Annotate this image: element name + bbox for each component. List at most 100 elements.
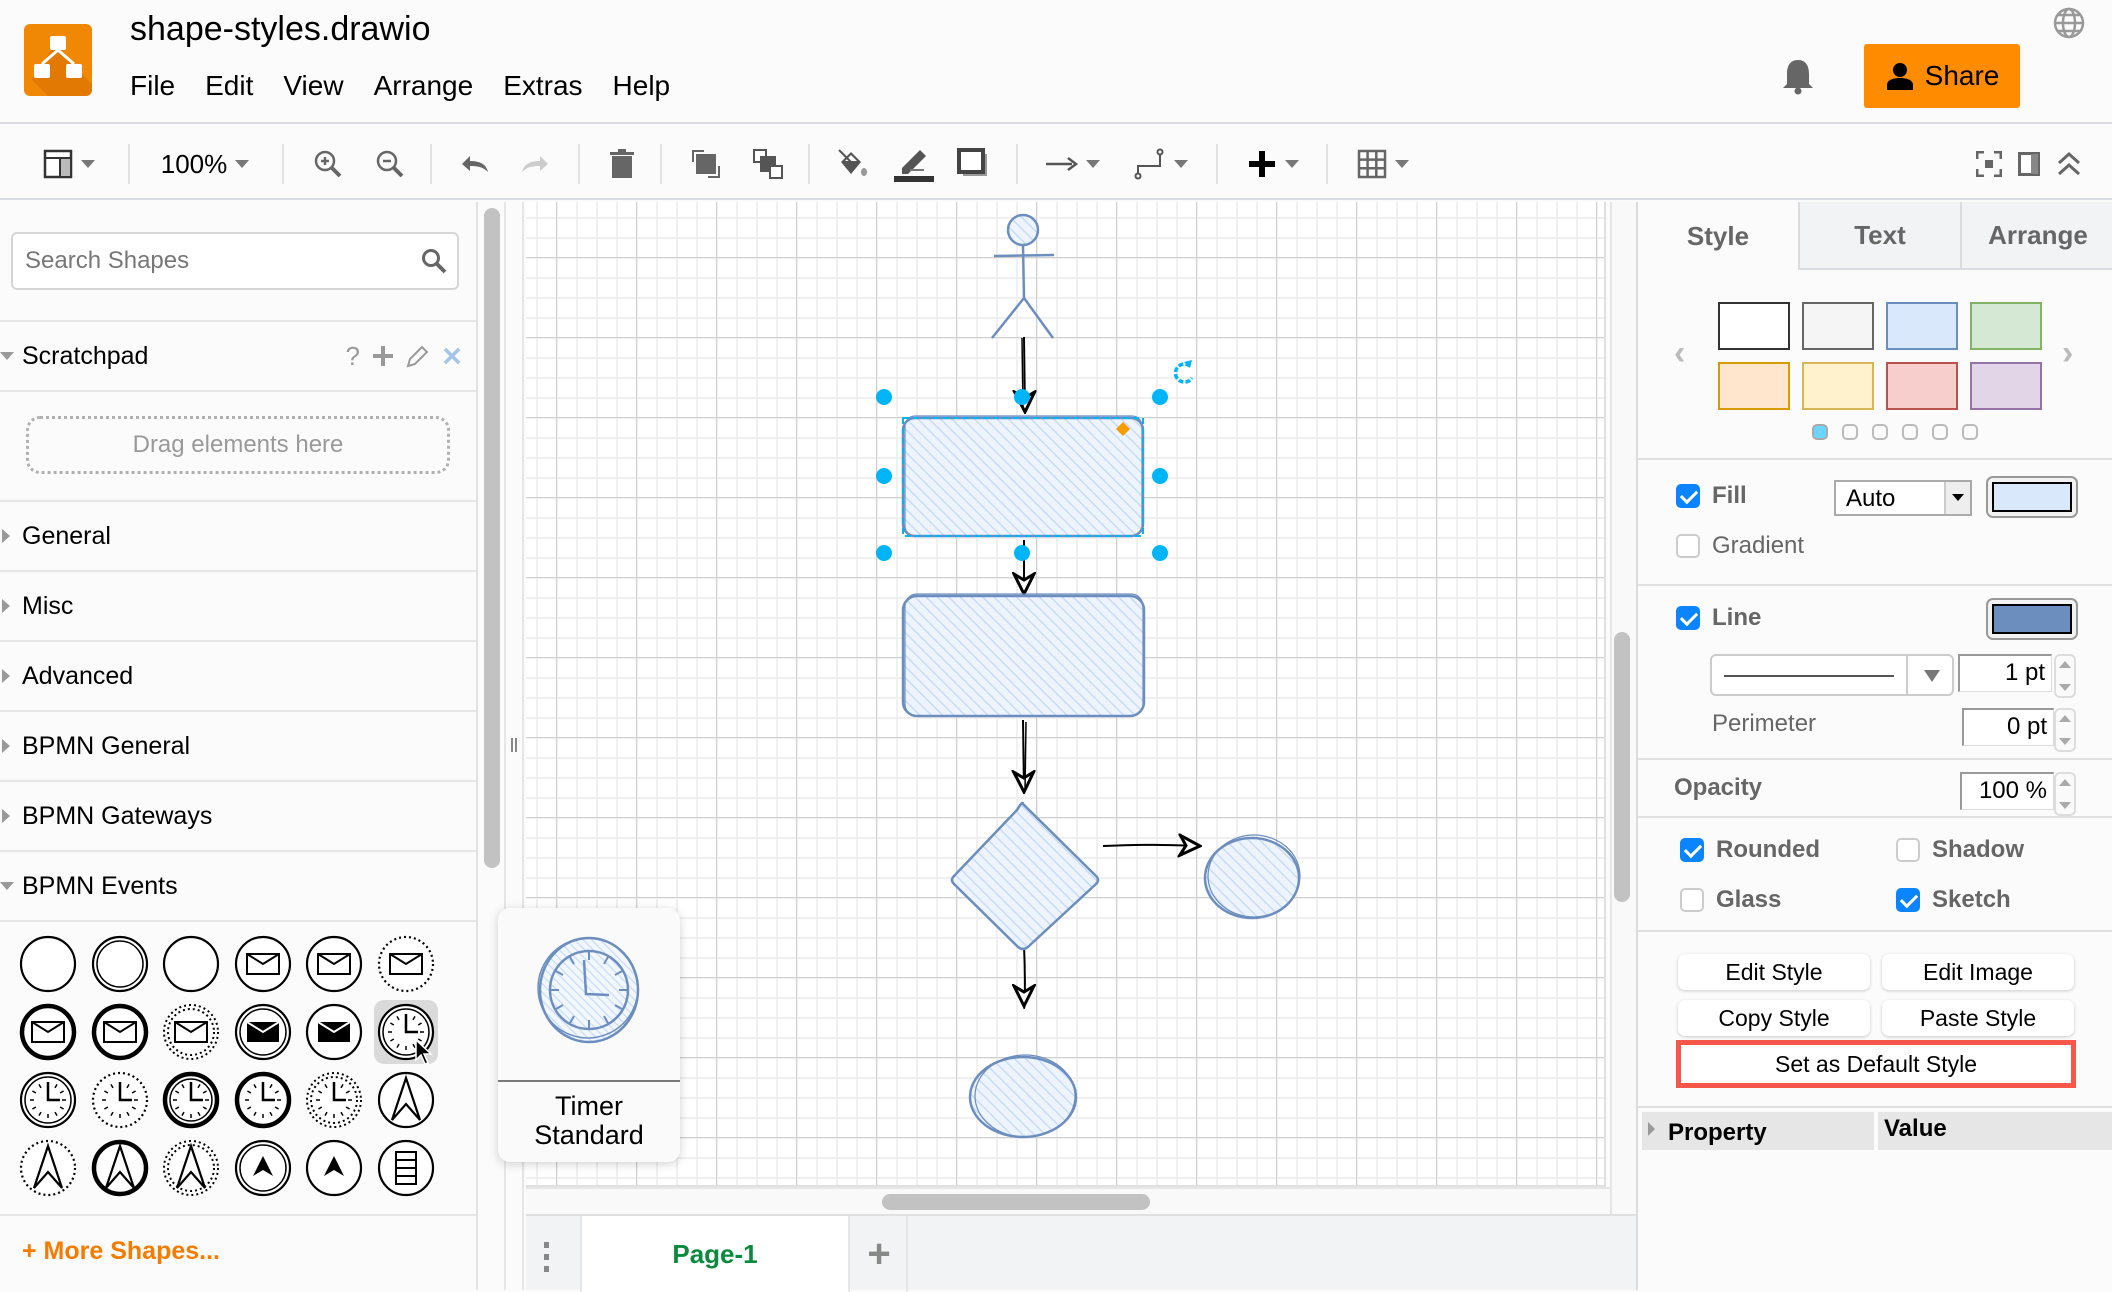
shape-end-event-thin[interactable]	[159, 932, 223, 996]
shape-escalation-end[interactable]	[302, 1136, 366, 1200]
shadow-checkbox[interactable]	[1896, 838, 1920, 862]
tab-style[interactable]: Style	[1638, 202, 1798, 270]
more-shapes-link[interactable]: + More Shapes...	[22, 1237, 220, 1266]
menu-edit[interactable]: Edit	[205, 70, 268, 102]
rotate-handle-icon[interactable]	[1173, 360, 1194, 384]
resize-handle-ne[interactable]	[1152, 389, 1168, 405]
line-pattern-select[interactable]	[1710, 654, 1954, 696]
menu-extras[interactable]: Extras	[503, 70, 597, 102]
style-swatch[interactable]	[1886, 362, 1958, 410]
shape-message-boundary[interactable]	[16, 1000, 80, 1064]
table-dropdown[interactable]	[1350, 144, 1416, 184]
edit-image-button[interactable]: Edit Image	[1882, 954, 2074, 990]
style-swatch[interactable]	[1718, 362, 1790, 410]
waypoints-dropdown[interactable]	[1126, 144, 1196, 184]
swatch-page-dot[interactable]	[1872, 424, 1888, 440]
sketch-checkbox[interactable]	[1896, 888, 1920, 912]
zoom-out-button[interactable]	[372, 144, 408, 184]
resize-handle-s[interactable]	[1014, 545, 1030, 561]
chevron-right-icon[interactable]: ›	[2062, 334, 2073, 373]
shape-message-end[interactable]	[302, 1000, 366, 1064]
fill-color-button[interactable]	[832, 144, 872, 184]
actor-shape[interactable]	[991, 213, 1055, 339]
insert-dropdown[interactable]	[1240, 144, 1306, 184]
language-globe-icon[interactable]	[2052, 6, 2086, 40]
fill-checkbox[interactable]	[1676, 484, 1700, 508]
shape-message-end-thin[interactable]	[88, 1000, 152, 1064]
zoom-in-button[interactable]	[310, 144, 346, 184]
search-icon[interactable]	[421, 248, 447, 274]
glass-checkbox[interactable]	[1680, 888, 1704, 912]
zoom-dropdown[interactable]: 100%	[150, 144, 260, 184]
line-checkbox[interactable]	[1676, 606, 1700, 630]
shape-start-event[interactable]	[16, 932, 80, 996]
search-shapes-input[interactable]	[25, 244, 405, 278]
opacity-stepper[interactable]	[2054, 772, 2076, 816]
style-swatch[interactable]	[1970, 302, 2042, 350]
sidebar-section-bpmn-gateways[interactable]: BPMN Gateways	[0, 780, 476, 850]
add-icon[interactable]	[372, 345, 394, 367]
shape-message-start[interactable]	[231, 932, 295, 996]
close-icon[interactable]	[442, 346, 462, 366]
resize-handle-nw[interactable]	[876, 389, 892, 405]
collapse-toolbar-button[interactable]	[2052, 144, 2086, 184]
edge-decision-to-right-end[interactable]	[1102, 845, 1200, 846]
edit-style-button[interactable]: Edit Style	[1678, 954, 1870, 990]
resize-handle-e[interactable]	[1152, 468, 1168, 484]
sidebar-section-general[interactable]: General	[0, 500, 476, 570]
resize-handle-w[interactable]	[876, 468, 892, 484]
shape-interrupting-event[interactable]	[88, 932, 152, 996]
swatch-page-dot[interactable]	[1902, 424, 1918, 440]
sidebar-section-bpmn-general[interactable]: BPMN General	[0, 710, 476, 780]
shadow-button[interactable]	[954, 144, 994, 184]
swatch-page-dot[interactable]	[1962, 424, 1978, 440]
shape-escalation-boundary-noninterrupting[interactable]	[159, 1136, 223, 1200]
shape-timer-boundary-thick[interactable]	[231, 1068, 295, 1132]
swatch-page-dot[interactable]	[1932, 424, 1948, 440]
shape-message-throw[interactable]	[231, 1000, 295, 1064]
to-front-button[interactable]	[686, 144, 726, 184]
help-icon[interactable]: ?	[346, 341, 360, 372]
process-shape-selected[interactable]	[901, 415, 1145, 538]
page-tab-active[interactable]: Page-1	[580, 1216, 850, 1292]
tab-arrange[interactable]: Arrange	[1960, 202, 2112, 270]
shape-escalation-start[interactable]	[374, 1068, 438, 1132]
property-column-header[interactable]: Property	[1642, 1112, 1874, 1150]
line-width-stepper[interactable]	[2054, 654, 2076, 698]
menu-help[interactable]: Help	[613, 70, 686, 102]
fill-mode-select[interactable]: Auto	[1834, 480, 1972, 516]
undo-button[interactable]	[456, 144, 492, 184]
opacity-input[interactable]: 100 %	[1960, 772, 2054, 810]
line-width-input[interactable]: 1 pt	[1958, 654, 2052, 692]
to-back-button[interactable]	[748, 144, 788, 184]
shape-escalation-throw[interactable]	[231, 1136, 295, 1200]
document-title[interactable]: shape-styles.drawio	[130, 10, 430, 49]
fill-color-picker[interactable]	[1986, 476, 2078, 518]
resize-handle-se[interactable]	[1152, 545, 1168, 561]
connection-style-dropdown[interactable]	[1040, 144, 1106, 184]
menu-view[interactable]: View	[283, 70, 358, 102]
sidebar-scrollbar[interactable]	[484, 208, 500, 868]
canvas-vertical-scrollbar[interactable]	[1614, 632, 1630, 902]
sidebar-section-misc[interactable]: Misc	[0, 570, 476, 640]
scratchpad-drop-zone[interactable]: Drag elements here	[26, 416, 450, 474]
pages-menu-icon[interactable]	[544, 1242, 550, 1272]
swatch-page-dot[interactable]	[1842, 424, 1858, 440]
gradient-checkbox[interactable]	[1676, 534, 1700, 558]
canvas-horizontal-scrollbar[interactable]	[882, 1194, 1150, 1210]
edge-process-to-decision[interactable]	[1023, 719, 1026, 792]
resize-handle-n[interactable]	[1014, 389, 1030, 405]
splitter-grip-icon[interactable]	[511, 738, 517, 752]
paste-style-button[interactable]: Paste Style	[1882, 1000, 2074, 1036]
tab-text[interactable]: Text	[1798, 202, 1960, 270]
shape-conditional-start[interactable]	[374, 1136, 438, 1200]
fullscreen-button[interactable]	[1972, 144, 2006, 184]
shape-timer-boundary-noninterrupting[interactable]	[302, 1068, 366, 1132]
style-swatch[interactable]	[1802, 362, 1874, 410]
redo-button[interactable]	[518, 144, 554, 184]
decision-shape[interactable]	[950, 801, 1100, 951]
end-event-shape-right[interactable]	[1203, 834, 1301, 920]
rounded-checkbox[interactable]	[1680, 838, 1704, 862]
shape-escalation-boundary[interactable]	[88, 1136, 152, 1200]
style-swatch[interactable]	[1970, 362, 2042, 410]
